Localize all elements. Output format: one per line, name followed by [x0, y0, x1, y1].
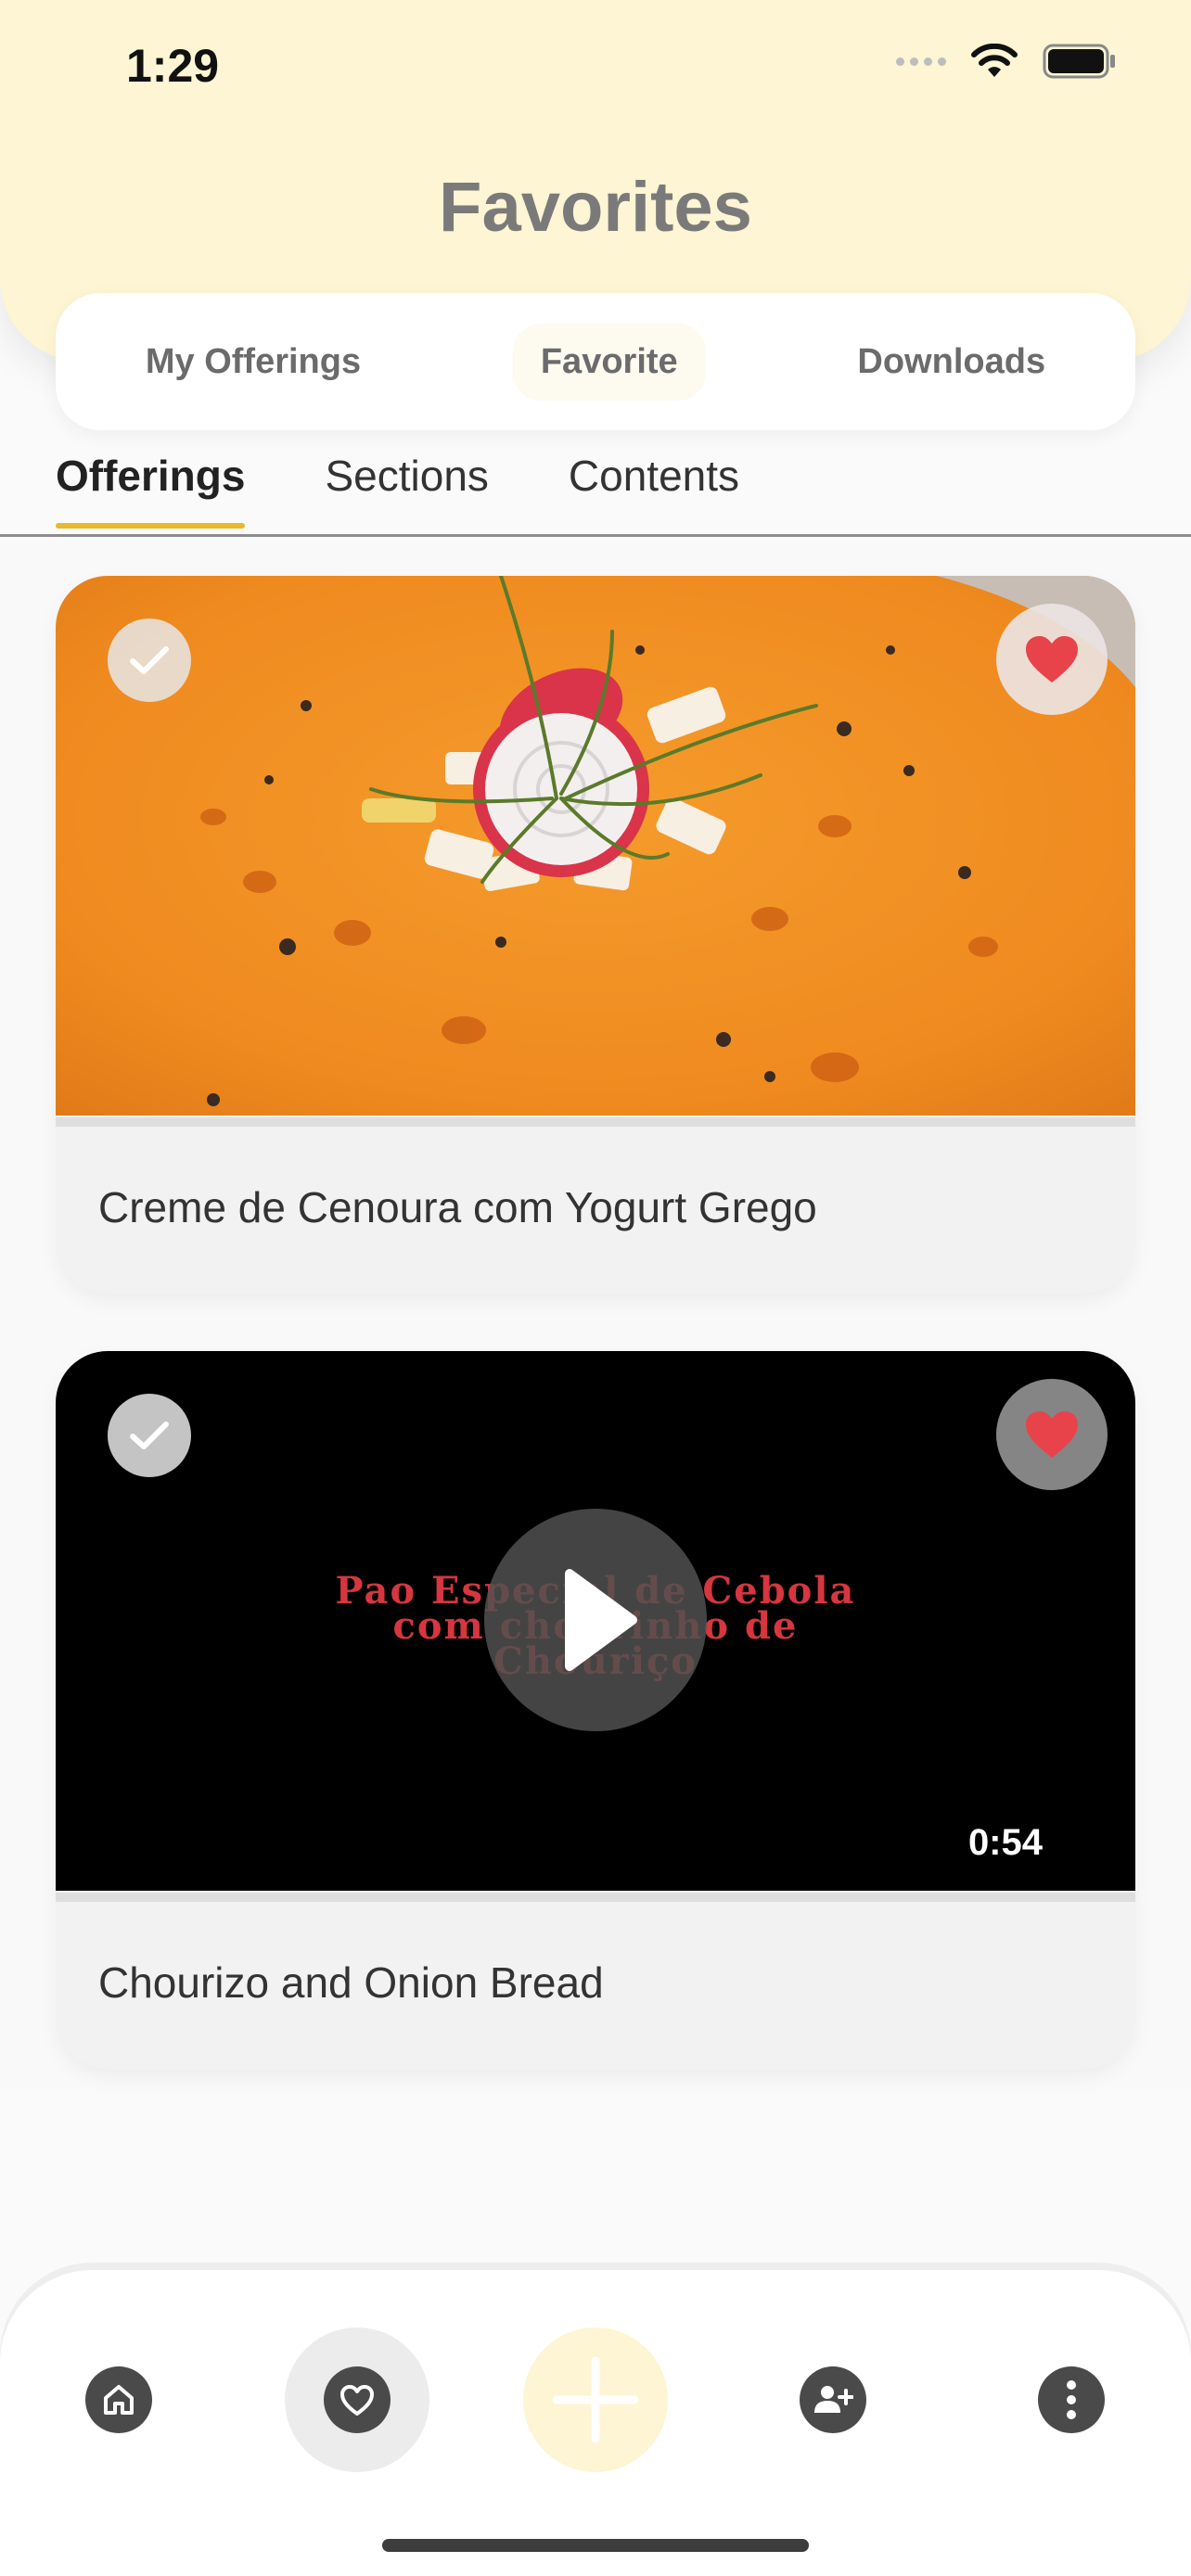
segmented-control: My Offerings Favorite Downloads	[56, 293, 1135, 430]
wifi-icon	[970, 44, 1018, 79]
nav-favorites-button[interactable]	[285, 2327, 429, 2472]
favorite-heart-icon[interactable]	[996, 604, 1108, 715]
nav-add-user-button[interactable]	[761, 2327, 905, 2472]
heart-icon	[324, 2366, 391, 2433]
tab-contents[interactable]: Contents	[569, 451, 739, 529]
card-video-bread[interactable]: Pao Especial de Cebola com chourinho de …	[56, 1351, 1135, 1891]
home-indicator[interactable]	[382, 2539, 809, 2552]
add-user-icon	[800, 2366, 866, 2433]
status-icons	[896, 43, 1117, 80]
tab-bar: Offerings Sections Contents	[56, 451, 739, 529]
nav-more-button[interactable]	[999, 2327, 1144, 2472]
page-title: Favorites	[439, 168, 752, 247]
nav-home-button[interactable]	[46, 2327, 191, 2472]
status-time: 1:29	[126, 40, 220, 92]
battery-icon	[1043, 43, 1117, 80]
card-title: Creme de Cenoura com Yogurt Grego	[98, 1183, 817, 1231]
tab-offerings[interactable]: Offerings	[56, 451, 246, 529]
media-separator	[56, 1893, 1135, 1902]
home-icon	[85, 2366, 152, 2433]
signal-icon	[896, 57, 946, 66]
content-card[interactable]: Creme de Cenoura com Yogurt Grego	[56, 576, 1135, 1294]
content-card[interactable]: Pao Especial de Cebola com chourinho de …	[56, 1351, 1135, 2069]
bottom-nav	[0, 2270, 1191, 2576]
video-duration: 0:54	[967, 1822, 1043, 1863]
plus-icon	[552, 2356, 639, 2443]
more-vertical-icon	[1038, 2366, 1105, 2433]
segment-favorite[interactable]: Favorite	[512, 323, 706, 401]
favorite-heart-icon[interactable]	[996, 1379, 1108, 1490]
nav-add-button[interactable]	[523, 2327, 668, 2472]
media-separator	[56, 1117, 1135, 1127]
segment-my-offerings[interactable]: My Offerings	[118, 324, 389, 401]
completed-check-icon[interactable]	[108, 1394, 191, 1477]
card-image-soup[interactable]	[56, 576, 1135, 1116]
play-button[interactable]	[484, 1509, 707, 1731]
tab-sections[interactable]: Sections	[325, 451, 488, 529]
card-title: Chourizo and Onion Bread	[98, 1958, 604, 2007]
segment-downloads[interactable]: Downloads	[829, 324, 1073, 401]
completed-check-icon[interactable]	[108, 618, 191, 702]
